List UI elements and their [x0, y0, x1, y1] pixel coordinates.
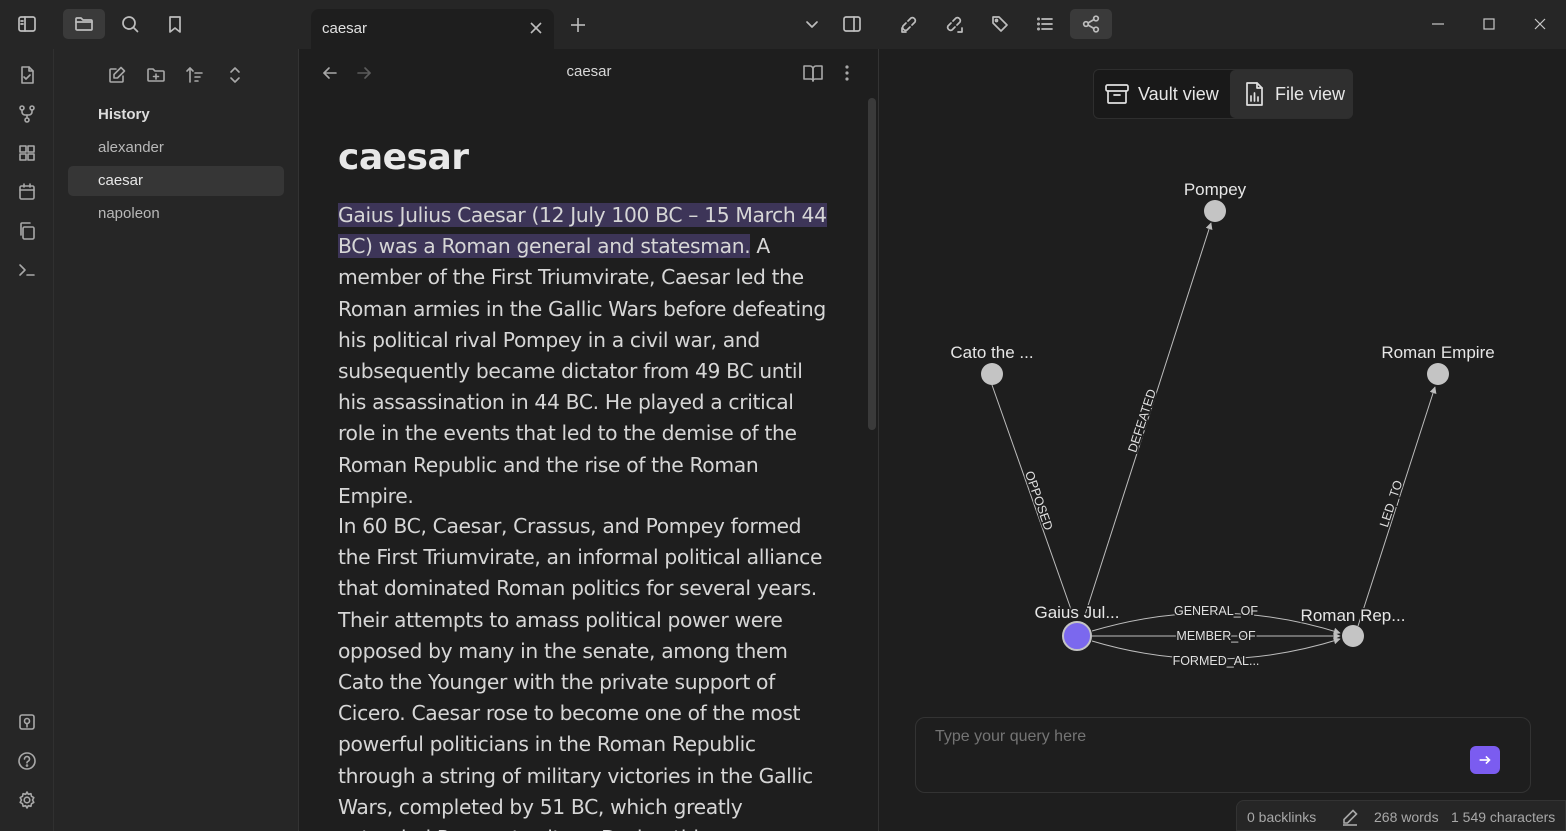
window-close-icon[interactable] [1528, 12, 1552, 36]
note-header-title[interactable]: caesar [299, 63, 878, 80]
reading-view-book-icon[interactable] [801, 61, 825, 85]
new-tab-plus-icon[interactable] [568, 15, 588, 35]
right-sidebar-toggle-icon[interactable] [836, 9, 868, 39]
node-gaius-julius[interactable] [1062, 621, 1092, 651]
git-branch-icon[interactable] [14, 101, 40, 127]
backlinks-count[interactable]: 0 backlinks [1247, 809, 1316, 825]
query-input[interactable] [935, 728, 1455, 746]
canvas-grid-icon[interactable] [14, 140, 40, 166]
edge-label-opposed: OPPOSED [1022, 469, 1055, 532]
settings-gear-icon[interactable] [14, 787, 40, 813]
copy-pages-icon[interactable] [14, 218, 40, 244]
edge-label-member-of: MEMBER_OF [1176, 629, 1256, 643]
graph-pane: Vault view File view DEFEATED OPPOSED LE… [880, 49, 1566, 831]
file-item-alexander[interactable]: alexander [68, 133, 284, 163]
title-bar: caesar [0, 0, 1566, 49]
node-roman-empire[interactable] [1427, 363, 1449, 385]
outgoing-links-icon[interactable] [938, 9, 970, 39]
tab-caesar[interactable]: caesar [311, 9, 554, 49]
graph-share-icon[interactable] [1070, 9, 1112, 39]
node-cato[interactable] [981, 363, 1003, 385]
knowledge-graph[interactable]: DEFEATED OPPOSED LED_TO GENERAL_OF MEMBE… [880, 49, 1566, 831]
paragraph-1-text: A member of the First Triumvirate, Caesa… [338, 234, 826, 508]
folder-history[interactable]: History [98, 106, 150, 123]
sort-order-icon[interactable] [183, 63, 207, 87]
app-window: caesar History alexander caesar napoleon… [0, 0, 1566, 831]
maximize-icon[interactable] [1477, 12, 1501, 36]
minimize-icon[interactable] [1426, 12, 1450, 36]
search-icon[interactable] [114, 9, 146, 39]
close-icon[interactable] [526, 18, 546, 38]
sidebar-toggle-icon[interactable] [11, 9, 43, 39]
pencil-edit-icon[interactable] [1341, 808, 1359, 826]
node-label-gaius: Gaius Jul... [1034, 603, 1119, 622]
file-item-caesar[interactable]: caesar [68, 166, 284, 196]
more-options-icon[interactable] [835, 61, 859, 85]
vault-switcher-icon[interactable] [14, 709, 40, 735]
backlinks-incoming-icon[interactable] [893, 9, 925, 39]
collapse-expand-icon[interactable] [223, 63, 247, 87]
new-note-icon[interactable] [105, 63, 129, 87]
note-heading: caesar [338, 137, 469, 178]
edge-label-led-to: LED_TO [1377, 478, 1405, 529]
paragraph-2[interactable]: In 60 BC, Caesar, Crassus, and Pompey fo… [338, 511, 828, 831]
character-count: 1 549 characters [1451, 809, 1556, 825]
send-arrow-icon[interactable] [1470, 746, 1500, 774]
new-folder-icon[interactable] [144, 63, 168, 87]
editor-scrollbar[interactable] [868, 98, 876, 430]
help-icon[interactable] [14, 748, 40, 774]
node-pompey[interactable] [1204, 200, 1226, 222]
word-count: 268 words [1374, 809, 1439, 825]
calendar-icon[interactable] [14, 179, 40, 205]
edge-label-defeated: DEFEATED [1125, 387, 1159, 454]
node-roman-republic[interactable] [1342, 625, 1364, 647]
node-label-roman-republic: Roman Rep... [1301, 606, 1406, 625]
tags-icon[interactable] [984, 9, 1016, 39]
open-quick-switcher-icon[interactable] [14, 62, 40, 88]
tab-list-chevron-down-icon[interactable] [796, 9, 828, 39]
edge-label-formed: FORMED_AL... [1173, 654, 1260, 668]
left-ribbon [0, 49, 54, 831]
outline-list-icon[interactable] [1029, 9, 1061, 39]
file-item-napoleon[interactable]: napoleon [68, 199, 284, 229]
node-label-pompey: Pompey [1184, 180, 1247, 199]
bookmark-icon[interactable] [159, 9, 191, 39]
terminal-icon[interactable] [14, 257, 40, 283]
node-label-roman-empire: Roman Empire [1381, 343, 1494, 362]
query-box [915, 717, 1531, 793]
editor-pane: caesar caesar Gaius Julius Caesar (12 Ju… [299, 49, 879, 831]
paragraph-1[interactable]: Gaius Julius Caesar (12 July 100 BC – 15… [338, 200, 828, 512]
tab-title: caesar [322, 20, 368, 37]
edge-label-general-of: GENERAL_OF [1174, 604, 1258, 618]
status-bar: 0 backlinks 268 words 1 549 characters [1236, 800, 1566, 831]
file-explorer: History alexander caesar napoleon [54, 49, 299, 831]
files-folder-icon[interactable] [63, 9, 105, 39]
node-label-cato: Cato the ... [950, 343, 1033, 362]
